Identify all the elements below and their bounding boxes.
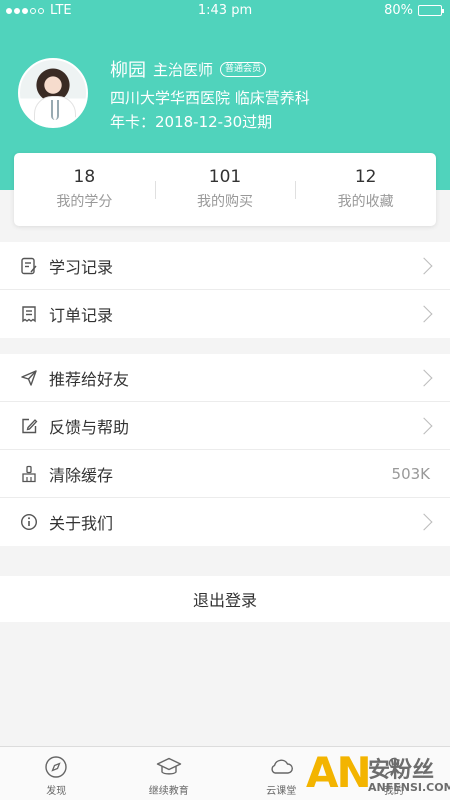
tab-discover[interactable]: 发现 [0,747,113,800]
watermark-url: ANFENSI.COM [368,781,450,794]
graduation-cap-icon [156,757,181,775]
hospital-department: 四川大学华西医院 临床营养科 [110,89,310,107]
site-watermark: AN 安粉丝 ANFENSI.COM [306,748,450,800]
stat-label: 我的学分 [56,194,113,210]
name-row: 柳园 主治医师 普通会员 [110,56,267,82]
menu-item-study-records[interactable]: 学习记录 [0,242,450,290]
tab-label: 云课堂 [266,786,297,797]
stat-credits[interactable]: 18 我的学分 [14,153,155,226]
edit-icon [20,417,38,435]
member-badge: 普通会员 [220,61,267,77]
status-bar: LTE 1:43 pm 80% [0,0,450,22]
stat-value: 12 [354,167,377,187]
stat-value: 18 [73,167,96,187]
menu-item-label: 清除缓存 [49,465,114,485]
compass-icon [45,756,67,778]
user-title: 主治医师 [153,60,214,79]
stat-purchases[interactable]: 101 我的购买 [154,153,296,226]
stat-label: 我的收藏 [337,194,394,210]
menu-group-records: 学习记录 订单记录 [0,242,450,338]
menu-item-label: 反馈与帮助 [49,417,130,437]
menu-item-label: 推荐给好友 [49,369,130,389]
battery-percent: 80% [384,3,413,18]
chevron-right-icon [415,257,433,275]
brush-icon [20,465,38,483]
menu-item-label: 学习记录 [49,257,114,277]
stats-card: 18 我的学分 101 我的购买 12 我的收藏 [14,153,436,226]
menu-item-about[interactable]: 关于我们 [0,498,450,546]
cache-size: 503K [391,464,430,483]
logout-button[interactable]: 退出登录 [0,576,450,622]
avatar[interactable] [18,58,88,128]
study-record-icon [20,257,38,275]
info-icon [20,513,38,531]
battery-area: 80% [384,3,444,18]
stat-label: 我的购买 [197,194,253,210]
chevron-right-icon [415,369,433,387]
menu-item-feedback[interactable]: 反馈与帮助 [0,402,450,450]
chevron-right-icon [415,305,433,323]
tab-continuing-education[interactable]: 继续教育 [113,747,226,800]
menu-item-recommend[interactable]: 推荐给好友 [0,354,450,402]
cloud-icon [271,759,294,774]
tab-label: 发现 [46,786,67,797]
menu-group-settings: 推荐给好友 反馈与帮助 清除缓存 503K 关于我们 [0,354,450,546]
watermark-name: 安粉丝 [368,758,435,783]
battery-icon [418,5,444,16]
chevron-right-icon [415,513,433,531]
send-icon [20,369,38,387]
stat-favorites[interactable]: 12 我的收藏 [295,153,436,226]
clock: 1:43 pm [197,3,253,18]
order-record-icon [20,305,38,323]
user-name: 柳园 [110,60,146,81]
watermark-brand: AN [306,748,372,797]
menu-item-order-records[interactable]: 订单记录 [0,290,450,338]
menu-item-label: 订单记录 [49,306,114,325]
chevron-right-icon [415,417,433,435]
membership-expiry: 年卡：2018-12-30过期 [110,113,273,131]
stat-value: 101 [208,167,242,187]
menu-item-clear-cache[interactable]: 清除缓存 503K [0,450,450,498]
tab-label: 继续教育 [148,786,189,797]
menu-item-label: 关于我们 [49,514,114,533]
